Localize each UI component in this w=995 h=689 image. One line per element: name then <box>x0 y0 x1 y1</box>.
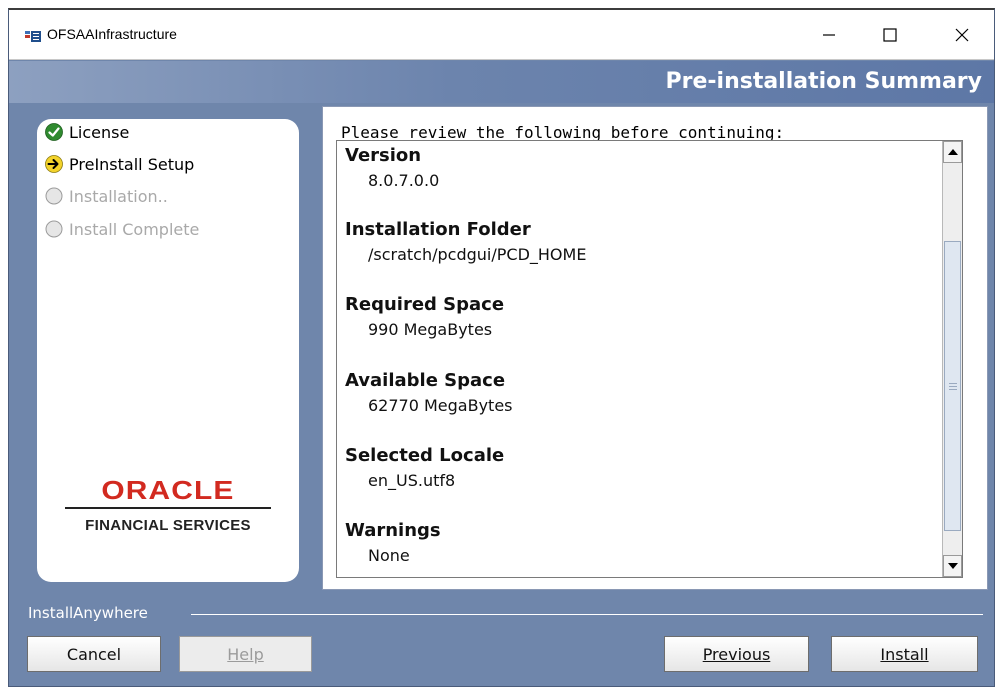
steps-panel: License PreInstall Setup Installation.. … <box>37 119 299 582</box>
selected-locale-value: en_US.utf8 <box>368 471 456 490</box>
close-icon <box>955 28 969 42</box>
oracle-logo: ORACLE FINANCIAL SERVICES <box>37 475 299 534</box>
grip-icon <box>949 383 957 384</box>
check-icon <box>45 123 63 141</box>
maximize-button[interactable] <box>867 18 913 52</box>
footer-divider <box>191 614 983 615</box>
previous-button-label: Previous <box>702 644 771 664</box>
install-button[interactable]: Install <box>831 636 978 672</box>
available-space-label: Available Space <box>345 370 506 391</box>
minimize-button[interactable] <box>806 18 852 52</box>
step-license: License <box>45 121 129 143</box>
installation-folder-label: Installation Folder <box>345 219 531 240</box>
step-label: Install Complete <box>69 219 200 239</box>
step-label: PreInstall Setup <box>69 154 195 174</box>
cancel-button[interactable]: Cancel <box>27 636 161 672</box>
close-button[interactable] <box>939 18 985 52</box>
minimize-icon <box>823 34 835 36</box>
available-space-value: 62770 MegaBytes <box>368 396 513 415</box>
triangle-down-icon <box>947 563 958 569</box>
oracle-wordmark: ORACLE <box>101 475 235 505</box>
circle-icon <box>45 187 63 205</box>
installer-window: OFSAAInfrastructure Pre-installation Sum… <box>8 8 995 687</box>
help-button-label: Help <box>227 644 264 664</box>
app-icon <box>25 28 42 42</box>
page-title: Pre-installation Summary <box>665 69 983 94</box>
summary-text-area[interactable]: Version 8.0.7.0.0 Installation Folder /s… <box>336 140 963 578</box>
maximize-icon <box>883 28 897 42</box>
step-installation: Installation.. <box>45 185 168 207</box>
scroll-down-button[interactable] <box>943 555 962 577</box>
warnings-value: None <box>368 546 410 565</box>
step-install-complete: Install Complete <box>45 218 199 240</box>
step-preinstall-setup: PreInstall Setup <box>45 153 194 175</box>
title-bar: OFSAAInfrastructure <box>9 10 994 60</box>
help-button[interactable]: Help <box>179 636 312 672</box>
selected-locale-label: Selected Locale <box>345 445 505 466</box>
required-space-value: 990 MegaBytes <box>368 320 493 339</box>
required-space-label: Required Space <box>345 294 505 315</box>
summary-panel: Please review the following before conti… <box>322 106 988 590</box>
version-label: Version <box>345 145 422 166</box>
version-value: 8.0.7.0.0 <box>368 171 440 190</box>
window-title: OFSAAInfrastructure <box>47 26 177 42</box>
step-label: License <box>69 122 130 142</box>
circle-icon <box>45 220 63 238</box>
header-band: Pre-installation Summary <box>9 61 994 103</box>
installanywhere-label: InstallAnywhere <box>28 604 148 622</box>
cancel-button-label: Cancel <box>66 644 122 664</box>
scroll-up-button[interactable] <box>943 141 962 163</box>
step-label: Installation.. <box>69 186 168 206</box>
installation-folder-value: /scratch/pcdgui/PCD_HOME <box>368 245 587 264</box>
logo-divider <box>65 507 271 509</box>
scroll-thumb[interactable] <box>944 241 961 531</box>
logo-subtitle: FINANCIAL SERVICES <box>85 517 251 534</box>
install-button-label: Install <box>880 644 929 664</box>
vertical-scrollbar[interactable] <box>942 141 962 577</box>
previous-button[interactable]: Previous <box>664 636 809 672</box>
warnings-label: Warnings <box>345 520 441 541</box>
arrow-right-icon <box>45 155 63 173</box>
triangle-up-icon <box>947 149 958 155</box>
